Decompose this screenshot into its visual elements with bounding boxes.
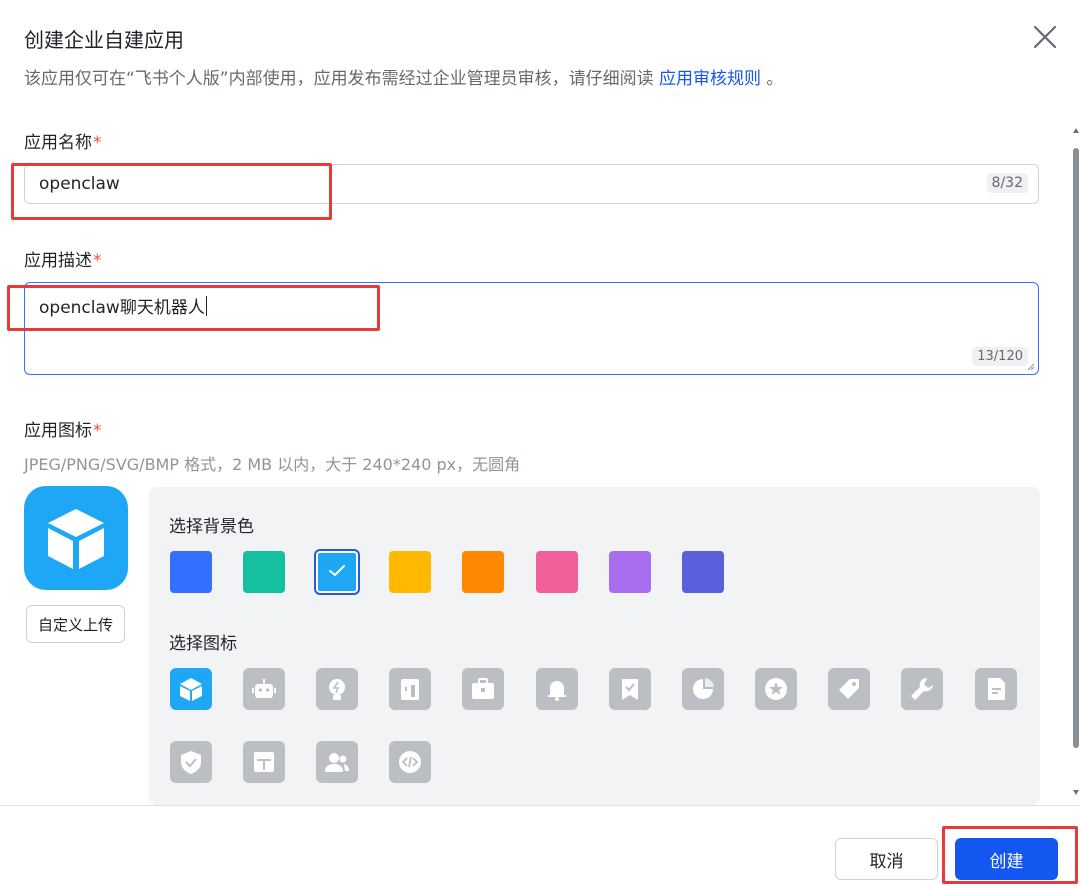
dialog-subtitle: 该应用仅可在“飞书个人版”内部使用，应用发布需经过企业管理员审核，请仔细阅读 应… — [24, 64, 783, 89]
code-icon — [399, 751, 421, 773]
icon-option-wrench[interactable] — [901, 668, 943, 710]
dialog-title: 创建企业自建应用 — [24, 28, 184, 52]
footer-divider — [0, 805, 1080, 806]
icon-option-robot[interactable] — [243, 668, 285, 710]
required-mark: * — [93, 251, 102, 271]
icon-option-tag[interactable] — [828, 668, 870, 710]
tag-icon — [839, 679, 859, 699]
app-desc-counter: 13/120 — [972, 347, 1028, 366]
icon-option-briefcase[interactable] — [462, 668, 504, 710]
cube-icon — [48, 509, 104, 569]
icon-select-label: 选择图标 — [169, 634, 237, 654]
resize-handle-icon[interactable] — [1027, 363, 1035, 371]
icon-option-door[interactable] — [389, 668, 431, 710]
users-icon — [325, 753, 349, 772]
app-icon-preview — [24, 486, 128, 590]
cancel-button[interactable]: 取消 — [835, 838, 938, 880]
color-swatch-yellow[interactable] — [389, 551, 431, 593]
wrench-icon — [911, 678, 933, 700]
door-icon — [401, 679, 419, 700]
robot-icon — [252, 679, 276, 698]
scroll-down-arrow[interactable] — [1073, 790, 1079, 795]
bookmark-check-icon — [622, 679, 638, 700]
subtitle-end: 。 — [761, 69, 784, 89]
app-name-input[interactable]: openclaw 8/32 — [24, 164, 1039, 204]
lightbulb-icon — [329, 679, 345, 700]
star-icon — [765, 678, 787, 700]
color-swatch-blue[interactable] — [170, 551, 212, 593]
cube-icon — [180, 678, 202, 701]
bell-icon — [548, 681, 566, 701]
icon-option-bell[interactable] — [536, 668, 578, 710]
layout-icon — [254, 752, 274, 772]
app-name-label-text: 应用名称 — [24, 133, 92, 153]
icon-option-pie-chart[interactable] — [682, 668, 724, 710]
icon-option-users[interactable] — [316, 741, 358, 783]
icon-option-bookmark[interactable] — [609, 668, 651, 710]
review-rules-link[interactable]: 应用审核规则 — [659, 69, 761, 89]
icon-option-layout[interactable] — [243, 741, 285, 783]
app-desc-label-text: 应用描述 — [24, 251, 92, 271]
scroll-up-arrow[interactable] — [1073, 128, 1079, 133]
app-name-label: 应用名称* — [24, 128, 102, 153]
app-desc-label: 应用描述* — [24, 246, 102, 271]
color-swatch-pink[interactable] — [536, 551, 578, 593]
required-mark: * — [93, 133, 102, 153]
icon-option-document[interactable] — [975, 668, 1017, 710]
create-button[interactable]: 创建 — [955, 838, 1058, 880]
app-name-value: openclaw — [39, 174, 120, 194]
icon-option-shield[interactable] — [170, 741, 212, 783]
app-desc-value: openclaw聊天机器人 — [39, 293, 207, 318]
app-desc-textarea[interactable]: openclaw聊天机器人 13/120 — [24, 282, 1039, 375]
icon-option-code[interactable] — [389, 741, 431, 783]
bg-color-label: 选择背景色 — [169, 517, 254, 537]
close-icon[interactable] — [1032, 24, 1058, 50]
shield-check-icon — [181, 751, 201, 774]
required-mark: * — [93, 421, 102, 441]
app-icon-label: 应用图标* — [24, 416, 102, 441]
subtitle-text: 该应用仅可在“飞书个人版”内部使用，应用发布需经过企业管理员审核，请仔细阅读 — [24, 69, 654, 89]
color-swatch-indigo[interactable] — [682, 551, 724, 593]
briefcase-icon — [472, 678, 494, 699]
icon-picker-panel: 选择背景色 选择图标 — [149, 487, 1040, 805]
custom-upload-button[interactable]: 自定义上传 — [26, 605, 125, 643]
color-swatch-orange[interactable] — [462, 551, 504, 593]
pie-chart-icon — [693, 678, 714, 699]
icon-option-lightbulb[interactable] — [316, 668, 358, 710]
icon-option-cube[interactable] — [170, 668, 212, 710]
app-icon-hint: JPEG/PNG/SVG/BMP 格式，2 MB 以内，大于 240*240 p… — [24, 455, 521, 474]
document-icon — [988, 678, 1005, 700]
icon-option-star[interactable] — [755, 668, 797, 710]
color-swatch-sky-selected[interactable] — [314, 549, 360, 595]
scrollbar-thumb[interactable] — [1073, 148, 1079, 748]
app-icon-label-text: 应用图标 — [24, 421, 92, 441]
check-icon — [329, 565, 345, 576]
color-swatch-teal[interactable] — [243, 551, 285, 593]
app-name-counter: 8/32 — [986, 173, 1028, 193]
color-swatch-purple[interactable] — [609, 551, 651, 593]
